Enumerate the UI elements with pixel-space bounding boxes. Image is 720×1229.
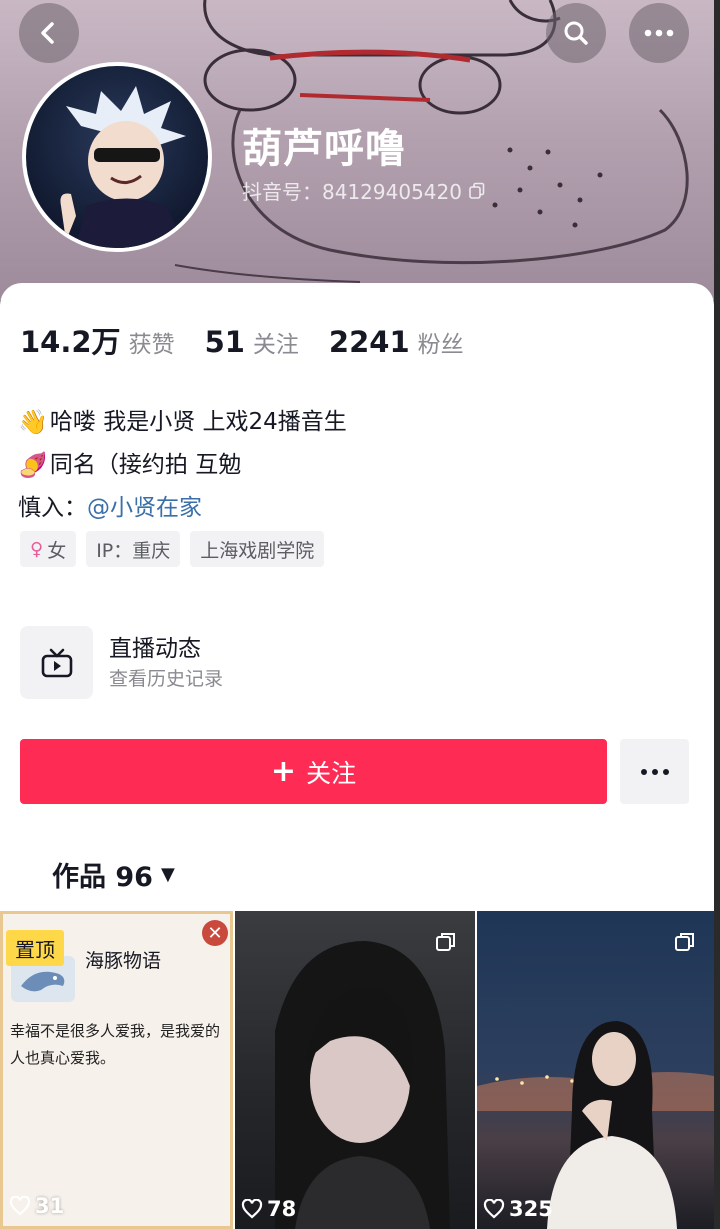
tag-gender: ♀ 女 xyxy=(20,531,77,567)
note-title: 海豚物语 xyxy=(85,950,162,972)
tag-school[interactable]: 上海戏剧学院 xyxy=(190,531,325,567)
live-history-entry[interactable]: 直播动态 查看历史记录 xyxy=(20,626,223,699)
stat-likes-label: 获赞 xyxy=(128,332,175,358)
stat-likes: 14.2万 获赞 xyxy=(20,319,175,361)
pinned-badge: 置顶 xyxy=(6,930,64,966)
like-count: 325 xyxy=(483,1197,553,1221)
live-subtitle: 查看历史记录 xyxy=(109,667,224,690)
bio-mention-link[interactable]: @小贤在家 xyxy=(87,487,202,530)
search-button[interactable] xyxy=(546,3,606,63)
avatar[interactable] xyxy=(22,62,212,252)
profile-bio: 👋 哈喽 我是小贤 上戏24播音生 🍠 同名（接约拍 互勉 慎入： @小贤在家 xyxy=(18,401,347,530)
tag-ip-text: IP：重庆 xyxy=(96,539,171,562)
works-grid: 置顶 海豚物语 ✕ 幸福不是很多人爱我，是我爱的人也真心爱我。 31 78 32… xyxy=(0,911,714,1229)
heart-outline-icon xyxy=(9,1196,31,1216)
like-count-value: 78 xyxy=(267,1197,297,1221)
live-icon-box xyxy=(20,626,93,699)
work-thumbnail-image xyxy=(275,941,450,1229)
tv-icon xyxy=(41,648,72,677)
work-tile[interactable]: 325 xyxy=(477,911,714,1229)
douyin-id-text: 抖音号：84129405420 xyxy=(242,180,462,204)
tab-works-label: 作品 96 xyxy=(52,862,153,893)
tag-school-text: 上海戏剧学院 xyxy=(200,539,315,562)
like-count: 78 xyxy=(241,1197,296,1221)
search-icon xyxy=(564,21,588,45)
bio-line-3: 慎入： @小贤在家 xyxy=(18,487,347,530)
more-dots-icon xyxy=(640,768,669,775)
stat-followers-label: 粉丝 xyxy=(417,332,464,358)
chevron-left-icon xyxy=(41,22,54,44)
screen-edge-strip xyxy=(714,0,720,1229)
waving-hand-icon: 👋 xyxy=(18,408,48,436)
like-count-value: 325 xyxy=(509,1197,553,1221)
stat-following-value: 51 xyxy=(204,325,245,359)
heart-outline-icon xyxy=(241,1199,263,1219)
work-tile-pinned[interactable]: 置顶 海豚物语 ✕ 幸福不是很多人爱我，是我爱的人也真心爱我。 31 xyxy=(0,911,233,1229)
profile-tags: ♀ 女 IP：重庆 上海戏剧学院 xyxy=(20,531,325,567)
heart-outline-icon xyxy=(483,1199,505,1219)
live-title: 直播动态 xyxy=(109,635,201,662)
bio-line-2: 🍠 同名（接约拍 互勉 xyxy=(18,444,347,487)
work-thumbnail-image xyxy=(477,1021,714,1229)
bio-line-3-prefix: 慎入： xyxy=(18,495,87,521)
avatar-anime-character-image xyxy=(60,86,186,248)
douyin-id: 抖音号：84129405420 xyxy=(242,176,486,205)
female-icon: ♀ xyxy=(30,538,44,560)
like-count: 31 xyxy=(9,1194,64,1218)
close-icon[interactable]: ✕ xyxy=(202,920,228,946)
tag-ip: IP：重庆 xyxy=(86,531,181,567)
more-dots-icon xyxy=(644,29,674,37)
stat-following[interactable]: 51 关注 xyxy=(205,325,299,359)
work-tile[interactable]: 78 xyxy=(235,911,475,1229)
bio-line-1-text: 哈喽 我是小贤 上戏24播音生 xyxy=(49,409,347,435)
profile-nickname: 葫芦呼噜 xyxy=(242,126,406,172)
tag-gender-text: 女 xyxy=(47,539,67,562)
follow-button[interactable]: + 关注 xyxy=(20,739,607,804)
more-options-button[interactable] xyxy=(629,3,689,63)
sweet-potato-icon: 🍠 xyxy=(18,451,48,479)
stat-following-label: 关注 xyxy=(252,332,299,358)
multi-image-icon xyxy=(436,933,455,951)
bio-line-2-text: 同名（接约拍 互勉 xyxy=(49,452,242,478)
like-count-value: 31 xyxy=(35,1194,65,1218)
plus-icon: + xyxy=(270,753,297,789)
profile-stats: 14.2万 获赞 51 关注 2241 粉丝 xyxy=(20,319,494,361)
multi-image-icon xyxy=(675,933,694,951)
copy-icon[interactable] xyxy=(468,182,486,200)
bio-line-1: 👋 哈喽 我是小贤 上戏24播音生 xyxy=(18,401,347,444)
stat-followers[interactable]: 2241 粉丝 xyxy=(329,325,464,359)
stat-likes-value: 14.2万 xyxy=(20,325,121,359)
note-body: 幸福不是很多人爱我，是我爱的人也真心爱我。 xyxy=(10,1022,221,1067)
caret-down-icon: ▼ xyxy=(160,864,175,885)
live-text: 直播动态 查看历史记录 xyxy=(109,633,223,693)
stat-followers-value: 2241 xyxy=(328,325,410,359)
follow-more-button[interactable] xyxy=(620,739,689,804)
tab-works[interactable]: 作品 96 ▼ xyxy=(52,855,175,894)
back-button[interactable] xyxy=(19,3,79,63)
profile-card: 14.2万 获赞 51 关注 2241 粉丝 👋 哈喽 我是小贤 上戏24播音生… xyxy=(0,283,714,1229)
follow-button-label: 关注 xyxy=(306,758,357,788)
